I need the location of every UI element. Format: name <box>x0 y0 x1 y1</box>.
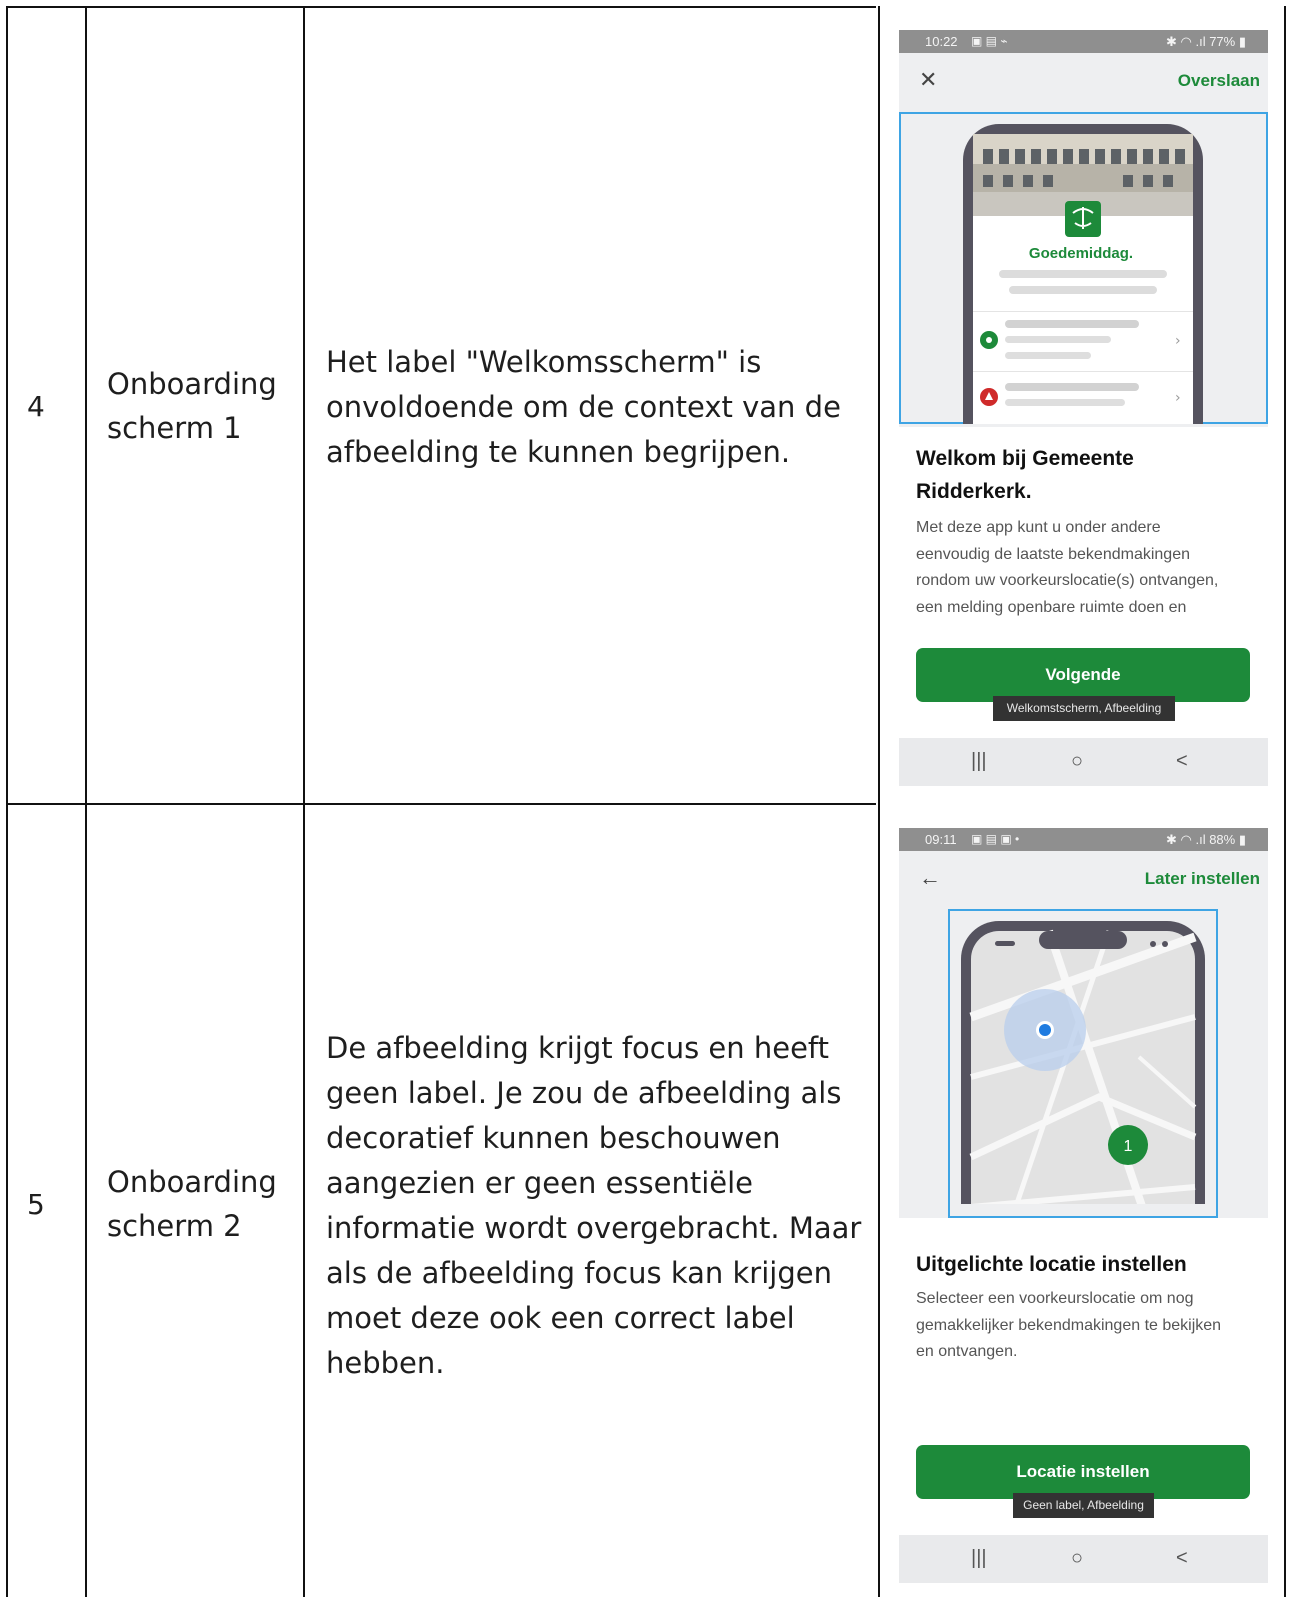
notification-icons: ▣ ▤ ⌁ <box>971 34 1008 48</box>
screen-name-line: Onboarding <box>107 1165 277 1199</box>
description-line: afbeelding te kunnen begrijpen. <box>326 435 791 469</box>
description-line: als de afbeelding focus kan krijgen <box>326 1256 832 1290</box>
status-right: ✱ ◠ .ıl 77% ▮ <box>1166 34 1246 49</box>
row-divider <box>6 803 876 805</box>
screen-name-line: scherm 1 <box>107 411 242 445</box>
onboarding-title: Uitgelichte locatie instellen <box>916 1253 1187 1276</box>
phone-screenshot: 10:22 ▣ ▤ ⌁ ✱ ◠ .ıl 77% ▮ ✕ Overslaan Go… <box>899 30 1268 786</box>
description: De afbeelding krijgt focus en heeft geen… <box>326 1026 861 1386</box>
home-icon[interactable]: ○ <box>1071 1547 1083 1570</box>
accessibility-tooltip: Geen label, Afbeelding <box>1013 1493 1154 1518</box>
body-line: Selecteer een voorkeurslocatie om nog <box>916 1290 1194 1307</box>
description-line: informatie wordt overgebracht. Maar <box>326 1211 862 1245</box>
body-line: gemakkelijker bekendmakingen te bekijken <box>916 1316 1222 1334</box>
status-bar: 09:11 ▣ ▤ ▣ • ✱ ◠ .ıl 88% ▮ <box>899 828 1268 851</box>
description-line: De afbeelding krijgt focus en heeft <box>326 1031 829 1065</box>
description-line: aangezien er geen essentiële <box>326 1166 754 1200</box>
description-line: moet deze ook een correct label <box>326 1301 795 1335</box>
hero-area: Goedemiddag. › › <box>899 109 1268 427</box>
status-bar: 10:22 ▣ ▤ ⌁ ✱ ◠ .ıl 77% ▮ <box>899 30 1268 53</box>
recent-apps-icon[interactable]: ||| <box>971 1547 987 1570</box>
status-right: ✱ ◠ .ıl 88% ▮ <box>1166 832 1246 847</box>
column-border <box>303 6 305 1597</box>
body-line: een melding openbare ruimte doen en <box>916 598 1187 616</box>
recent-apps-icon[interactable]: ||| <box>971 750 987 773</box>
onboarding-title: Welkom bij Gemeente Ridderkerk. <box>916 442 1256 508</box>
back-arrow-icon[interactable]: ← <box>919 865 941 891</box>
screen-name: Onboarding scherm 2 <box>107 1160 277 1248</box>
description-line: decoratief kunnen beschouwen <box>326 1121 781 1155</box>
description-line: hebben. <box>326 1346 445 1380</box>
description-line: Het label "Welkomsscherm" is <box>326 345 762 379</box>
hero-bottom-mask <box>899 424 1268 427</box>
description-line: geen label. Je zou de afbeelding als <box>326 1076 842 1110</box>
accessibility-tooltip: Welkomstscherm, Afbeelding <box>993 696 1175 721</box>
row-number: 5 <box>27 1188 45 1221</box>
body-line: en ontvangen. <box>916 1343 1018 1360</box>
description-line: onvoldoende om de context van de <box>326 390 841 424</box>
back-icon[interactable]: < <box>1176 750 1188 773</box>
status-time: 09:11 <box>925 832 957 847</box>
column-border <box>1284 6 1286 1597</box>
system-nav-bar: ||| ○ < <box>899 738 1268 786</box>
column-border <box>85 6 87 1597</box>
status-time: 10:22 <box>925 34 958 49</box>
phone-screenshot: 09:11 ▣ ▤ ▣ • ✱ ◠ .ıl 88% ▮ ← Later inst… <box>899 828 1268 1587</box>
screen-name: Onboarding scherm 1 <box>107 362 277 450</box>
table-top-border <box>6 6 876 8</box>
app-bar: ← Later instellen <box>899 851 1268 907</box>
body-line: eenvoudig de laatste bekendmakingen <box>916 545 1190 563</box>
notification-icons: ▣ ▤ ▣ • <box>971 832 1020 846</box>
onboarding-body: Selecteer een voorkeurslocatie om nog ge… <box>916 1286 1261 1366</box>
body-line: Met deze app kunt u onder andere <box>916 519 1161 536</box>
description: Het label "Welkomsscherm" is onvoldoende… <box>326 340 841 475</box>
title-line: Welkom bij Gemeente <box>916 447 1134 470</box>
battery-level: 88% <box>1209 832 1236 847</box>
svg-text:›: › <box>1175 390 1181 406</box>
column-border <box>878 6 880 1597</box>
later-button[interactable]: Later instellen <box>1145 869 1260 889</box>
app-bar: ✕ Overslaan <box>899 53 1268 109</box>
focus-highlight[interactable] <box>948 909 1218 1218</box>
close-icon[interactable]: ✕ <box>919 67 937 93</box>
skip-button[interactable]: Overslaan <box>1178 71 1260 91</box>
home-icon[interactable]: ○ <box>1071 750 1083 773</box>
onboarding-body: Met deze app kunt u onder andere eenvoud… <box>916 515 1261 621</box>
phone-illustration: Goedemiddag. › › <box>963 124 1203 427</box>
greeting-text: Goedemiddag. <box>1029 245 1133 262</box>
svg-text:›: › <box>1175 333 1181 349</box>
screen-name-line: scherm 2 <box>107 1209 242 1243</box>
body-line: rondom uw voorkeurslocatie(s) ontvangen, <box>916 572 1219 589</box>
screen-name-line: Onboarding <box>107 367 277 401</box>
hero-area: 1 <box>899 907 1268 1218</box>
column-border <box>6 6 8 1597</box>
title-line: Ridderkerk. <box>916 480 1032 503</box>
row-number: 4 <box>27 390 45 423</box>
system-nav-bar: ||| ○ < <box>899 1535 1268 1583</box>
next-button[interactable]: Volgende <box>916 648 1250 702</box>
battery-level: 77% <box>1209 34 1236 49</box>
set-location-button[interactable]: Locatie instellen <box>916 1445 1250 1499</box>
back-icon[interactable]: < <box>1176 1547 1188 1570</box>
